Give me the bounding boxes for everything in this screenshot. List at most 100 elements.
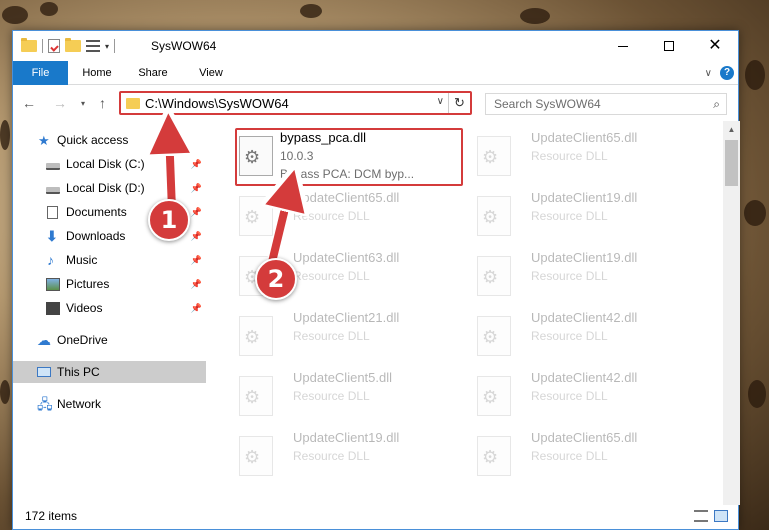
network-icon: 🖧 bbox=[37, 395, 53, 412]
folder-icon[interactable] bbox=[21, 38, 37, 52]
file-tile[interactable]: UpdateClient65.dll Resource DLL bbox=[473, 128, 699, 186]
downloads-icon: ⬇ bbox=[46, 227, 58, 244]
sidebar-item-this-pc[interactable]: This PC bbox=[13, 361, 206, 383]
file-type: Resource DLL bbox=[531, 209, 608, 223]
sidebar-item-music[interactable]: ♪ Music 📌 bbox=[13, 249, 206, 271]
navigation-pane: ★ Quick access Local Disk (C:) 📌 Local D… bbox=[13, 121, 206, 505]
file-tile[interactable]: UpdateClient21.dll Resource DLL bbox=[235, 308, 461, 366]
forward-arrow-icon[interactable]: → bbox=[53, 95, 67, 111]
recent-locations-chevron-icon[interactable]: ▾ bbox=[81, 99, 85, 108]
videos-icon bbox=[46, 301, 60, 315]
sidebar-item-label: Local Disk (D:) bbox=[66, 181, 145, 195]
sidebar-item-network[interactable]: 🖧 Network bbox=[13, 393, 206, 415]
tab-home[interactable]: Home bbox=[75, 61, 119, 85]
sidebar-item-label: Documents bbox=[66, 205, 127, 219]
sidebar-item-label: This PC bbox=[57, 365, 100, 379]
scroll-up-arrow-icon[interactable]: ▲ bbox=[723, 121, 740, 138]
file-type: Resource DLL bbox=[293, 269, 370, 283]
file-tile[interactable]: UpdateClient42.dll Resource DLL bbox=[473, 308, 699, 366]
file-tile[interactable]: UpdateClient5.dll Resource DLL bbox=[235, 368, 461, 426]
tab-file[interactable]: File bbox=[13, 61, 68, 85]
sidebar-item-onedrive[interactable]: ☁ OneDrive bbox=[13, 329, 206, 351]
file-name: UpdateClient42.dll bbox=[531, 310, 638, 325]
music-icon: ♪ bbox=[47, 251, 54, 268]
sidebar-item-local-disk-d[interactable]: Local Disk (D:) 📌 bbox=[13, 177, 206, 199]
file-list: bypass_pca.dll 10.0.3 Bypass PCA: DCM by… bbox=[218, 121, 723, 505]
close-button[interactable]: ✕ bbox=[692, 31, 738, 61]
minimize-button[interactable] bbox=[600, 31, 646, 61]
sidebar-item-label: Network bbox=[57, 397, 102, 411]
status-bar: 172 items bbox=[13, 505, 738, 529]
pin-icon[interactable]: 📌 bbox=[191, 207, 202, 218]
dll-file-icon bbox=[477, 256, 511, 296]
address-dropdown-chevron-icon[interactable]: ∨ bbox=[437, 96, 444, 107]
dll-file-icon bbox=[239, 436, 273, 476]
pin-icon[interactable]: 📌 bbox=[191, 231, 202, 242]
vertical-scrollbar[interactable]: ▲ bbox=[723, 121, 740, 505]
file-name: UpdateClient65.dll bbox=[531, 130, 638, 145]
file-tile[interactable]: UpdateClient19.dll Resource DLL bbox=[235, 428, 461, 486]
sidebar-item-label: Videos bbox=[66, 301, 103, 315]
disk-icon bbox=[46, 186, 60, 194]
file-tile[interactable]: UpdateClient65.dll Resource DLL bbox=[235, 188, 461, 246]
tab-share[interactable]: Share bbox=[131, 61, 175, 85]
maximize-button[interactable] bbox=[646, 31, 692, 61]
customize-toolbar-chevron-icon[interactable]: ▾ bbox=[105, 42, 109, 51]
ribbon: File Home Share View ∨ ? bbox=[13, 61, 738, 85]
view-options-icon[interactable] bbox=[86, 40, 100, 52]
file-type: Resource DLL bbox=[293, 329, 370, 343]
pin-icon[interactable]: 📌 bbox=[191, 279, 202, 290]
search-icon[interactable]: ⌕ bbox=[713, 97, 720, 112]
close-icon: ✕ bbox=[708, 37, 722, 54]
file-name: UpdateClient19.dll bbox=[531, 190, 638, 205]
new-folder-icon[interactable] bbox=[65, 38, 81, 52]
details-view-icon[interactable] bbox=[694, 510, 708, 522]
file-type: Resource DLL bbox=[531, 149, 608, 163]
up-arrow-icon[interactable]: ↑ bbox=[99, 95, 106, 111]
sidebar-item-quick-access[interactable]: ★ Quick access bbox=[13, 129, 206, 151]
minimize-icon bbox=[618, 45, 628, 47]
file-name: UpdateClient65.dll bbox=[531, 430, 638, 445]
file-type: Resource DLL bbox=[531, 329, 608, 343]
file-tile[interactable]: UpdateClient19.dll Resource DLL bbox=[473, 188, 699, 246]
sidebar-item-label: Downloads bbox=[66, 229, 126, 243]
navigation-bar: ← → ▾ ↑ C:\Windows\SysWOW64 ∨ ↻ Search S… bbox=[13, 86, 738, 120]
pin-icon[interactable]: 📌 bbox=[191, 183, 202, 194]
dll-file-icon bbox=[477, 196, 511, 236]
expand-ribbon-chevron-icon[interactable]: ∨ bbox=[705, 68, 712, 79]
sidebar-item-label: Music bbox=[66, 253, 98, 267]
tab-view[interactable]: View bbox=[189, 61, 233, 85]
refresh-button[interactable]: ↻ bbox=[448, 93, 470, 113]
documents-icon bbox=[47, 205, 58, 219]
sidebar-item-label: Pictures bbox=[66, 277, 110, 291]
file-type: Resource DLL bbox=[293, 449, 370, 463]
address-bar[interactable]: C:\Windows\SysWOW64 ∨ ↻ bbox=[119, 91, 472, 115]
search-input[interactable]: Search SysWOW64 ⌕ bbox=[485, 93, 727, 115]
address-path[interactable]: C:\Windows\SysWOW64 bbox=[145, 96, 289, 111]
file-type: Resource DLL bbox=[531, 389, 608, 403]
highlight-box bbox=[235, 128, 463, 186]
pin-icon[interactable]: 📌 bbox=[191, 159, 202, 170]
toolbar-divider bbox=[114, 39, 116, 53]
file-tile[interactable]: UpdateClient65.dll Resource DLL bbox=[473, 428, 699, 486]
dll-file-icon bbox=[477, 136, 511, 176]
tiles-view-icon[interactable] bbox=[714, 510, 728, 522]
scroll-thumb[interactable] bbox=[725, 140, 738, 186]
file-type: Resource DLL bbox=[531, 449, 608, 463]
sidebar-item-local-disk-c[interactable]: Local Disk (C:) 📌 bbox=[13, 153, 206, 175]
pictures-icon bbox=[46, 277, 60, 291]
help-icon[interactable]: ? bbox=[720, 66, 734, 80]
dll-file-icon bbox=[239, 376, 273, 416]
sidebar-item-pictures[interactable]: Pictures 📌 bbox=[13, 273, 206, 295]
file-tile[interactable]: UpdateClient42.dll Resource DLL bbox=[473, 368, 699, 426]
window-title: SysWOW64 bbox=[151, 39, 217, 53]
properties-icon[interactable] bbox=[48, 39, 60, 53]
file-name: UpdateClient21.dll bbox=[293, 310, 400, 325]
pin-icon[interactable]: 📌 bbox=[191, 255, 202, 266]
onedrive-icon: ☁ bbox=[37, 331, 51, 348]
pin-icon[interactable]: 📌 bbox=[191, 303, 202, 314]
file-tile[interactable]: UpdateClient19.dll Resource DLL bbox=[473, 248, 699, 306]
sidebar-item-videos[interactable]: Videos 📌 bbox=[13, 297, 206, 319]
back-arrow-icon[interactable]: ← bbox=[22, 95, 36, 111]
ribbon-right-controls: ∨ ? bbox=[705, 66, 734, 80]
